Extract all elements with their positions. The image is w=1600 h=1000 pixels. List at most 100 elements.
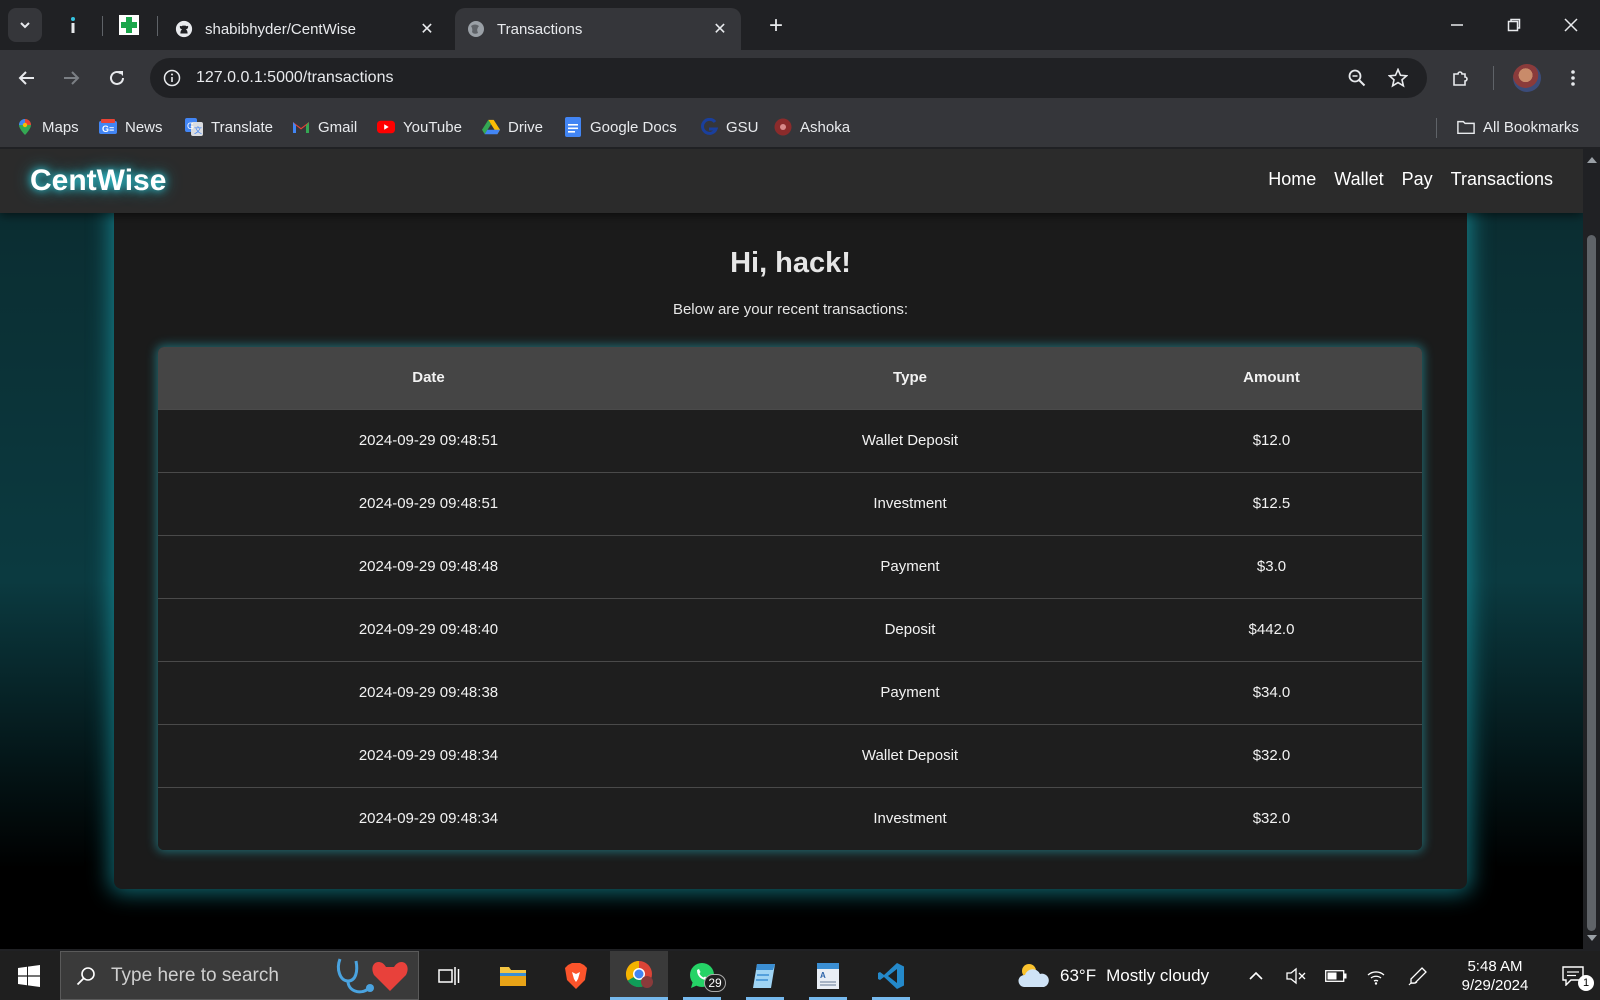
youtube-icon — [377, 118, 395, 136]
bookmark-maps[interactable]: Maps — [16, 114, 79, 140]
weather-widget[interactable]: 63°F Mostly cloudy — [1016, 951, 1209, 1000]
notepad-icon — [753, 963, 775, 988]
nav-links: Home Wallet Pay Transactions — [1268, 169, 1553, 190]
cell-type: Investment — [699, 471, 1121, 535]
tab-transactions[interactable]: Transactions ✕ — [455, 8, 741, 50]
cell-amount: $12.5 — [1121, 471, 1422, 535]
cell-amount: $34.0 — [1121, 660, 1422, 724]
table-row: 2024-09-29 09:48:51 Investment $12.5 — [158, 471, 1422, 535]
globe-icon — [467, 20, 485, 38]
bookmark-star-icon[interactable] — [1378, 58, 1418, 98]
start-button[interactable] — [0, 951, 58, 1000]
show-hidden-icons-button[interactable] — [1238, 951, 1274, 1000]
all-bookmarks-button[interactable]: All Bookmarks — [1457, 114, 1579, 140]
whatsapp-badge: 29 — [704, 974, 726, 992]
zoom-icon[interactable] — [1337, 58, 1377, 98]
arrow-right-icon — [64, 71, 80, 85]
windows-icon — [18, 964, 40, 987]
arrow-left-icon — [18, 71, 34, 85]
wordpad-icon: A — [817, 962, 839, 989]
gmail-icon — [292, 118, 310, 136]
cell-date: 2024-09-29 09:48:34 — [158, 786, 699, 850]
volume-button[interactable] — [1278, 951, 1314, 1000]
scroll-down-icon[interactable] — [1587, 935, 1597, 941]
reload-button[interactable] — [99, 60, 135, 96]
weather-condition: Mostly cloudy — [1106, 965, 1210, 985]
drive-icon — [482, 118, 500, 136]
restore-button[interactable] — [1494, 8, 1534, 42]
back-button[interactable] — [9, 60, 45, 96]
chevron-up-icon — [1249, 971, 1263, 980]
brave-icon — [565, 962, 587, 989]
close-tab-icon[interactable]: ✕ — [711, 20, 729, 38]
nav-wallet[interactable]: Wallet — [1334, 169, 1383, 190]
chrome-icon — [625, 960, 653, 988]
bookmark-translate[interactable]: G文 Translate — [185, 114, 273, 140]
pinned-tab-2[interactable] — [114, 10, 144, 40]
cell-type: Investment — [699, 786, 1121, 850]
page-scrollbar[interactable] — [1583, 149, 1600, 949]
plus-icon: + — [768, 12, 783, 39]
bookmark-news[interactable]: G≡ News — [99, 114, 163, 140]
bookmarks-bar: Maps G≡ News G文 Translate Gmail YouTube … — [0, 106, 1600, 148]
whatsapp-app[interactable]: 29 — [673, 951, 731, 1000]
page-title: Hi, hack! — [730, 247, 851, 279]
scrollbar-thumb[interactable] — [1587, 235, 1596, 931]
file-explorer-app[interactable] — [484, 951, 542, 1000]
pinned-tab-1[interactable] — [58, 10, 88, 40]
close-tab-icon[interactable]: ✕ — [418, 20, 436, 38]
menu-icon[interactable] — [1553, 58, 1593, 98]
bookmark-label: YouTube — [403, 118, 462, 136]
cell-type: Deposit — [699, 597, 1121, 661]
site-info-icon[interactable] — [152, 58, 192, 98]
notifications-button[interactable]: 1 — [1548, 951, 1598, 1000]
bookmark-ashoka[interactable]: Ashoka — [774, 114, 850, 140]
profile-avatar[interactable] — [1513, 64, 1541, 92]
nav-pay[interactable]: Pay — [1402, 169, 1433, 190]
column-header-date: Date — [158, 347, 699, 409]
minimize-button[interactable] — [1437, 8, 1477, 42]
cell-date: 2024-09-29 09:48:40 — [158, 597, 699, 661]
cell-type: Wallet Deposit — [699, 408, 1121, 472]
ashoka-icon — [774, 118, 792, 136]
system-clock[interactable]: 5:48 AM 9/29/2024 — [1440, 957, 1550, 995]
bookmark-label: All Bookmarks — [1483, 118, 1579, 136]
chevron-down-icon — [20, 22, 30, 29]
tab-github[interactable]: shabibhyder/CentWise ✕ — [163, 8, 448, 50]
nav-transactions[interactable]: Transactions — [1451, 169, 1553, 190]
taskbar-search[interactable]: Type here to search — [60, 951, 419, 1000]
bookmark-google-docs[interactable]: Google Docs — [564, 114, 677, 140]
bookmark-youtube[interactable]: YouTube — [377, 114, 462, 140]
new-tab-button[interactable]: + — [762, 12, 790, 40]
url-text[interactable]: 127.0.0.1:5000/transactions — [196, 69, 1427, 87]
table-row: 2024-09-29 09:48:51 Wallet Deposit $12.0 — [158, 408, 1422, 472]
forward-button[interactable] — [53, 60, 89, 96]
search-placeholder: Type here to search — [111, 964, 279, 986]
network-button[interactable] — [1358, 951, 1394, 1000]
brand-logo[interactable]: CentWise — [30, 164, 166, 198]
cell-amount: $442.0 — [1121, 597, 1422, 661]
bookmark-drive[interactable]: Drive — [482, 114, 543, 140]
brave-app[interactable] — [547, 951, 605, 1000]
tab-search-button[interactable] — [8, 8, 42, 42]
cloudy-sun-icon — [1018, 963, 1049, 987]
wifi-icon — [1367, 970, 1385, 985]
page-viewport: CentWise Home Wallet Pay Transactions Hi… — [0, 149, 1583, 949]
address-bar[interactable]: 127.0.0.1:5000/transactions — [150, 58, 1427, 98]
close-window-button[interactable] — [1551, 8, 1591, 42]
chrome-app[interactable] — [610, 951, 668, 1000]
extensions-icon[interactable] — [1441, 58, 1481, 98]
cell-type: Payment — [699, 660, 1121, 724]
task-view-button[interactable] — [420, 951, 478, 1000]
vscode-app[interactable] — [862, 951, 920, 1000]
cell-amount: $3.0 — [1121, 534, 1422, 598]
column-header-type: Type — [699, 347, 1121, 409]
pen-button[interactable] — [1400, 951, 1436, 1000]
bookmark-gmail[interactable]: Gmail — [292, 114, 357, 140]
notepad-app[interactable] — [736, 951, 794, 1000]
nav-home[interactable]: Home — [1268, 169, 1316, 190]
bookmark-gsu[interactable]: GSU — [700, 114, 759, 140]
wordpad-app[interactable]: A — [799, 951, 857, 1000]
battery-button[interactable] — [1318, 951, 1354, 1000]
scroll-up-icon[interactable] — [1587, 157, 1597, 163]
